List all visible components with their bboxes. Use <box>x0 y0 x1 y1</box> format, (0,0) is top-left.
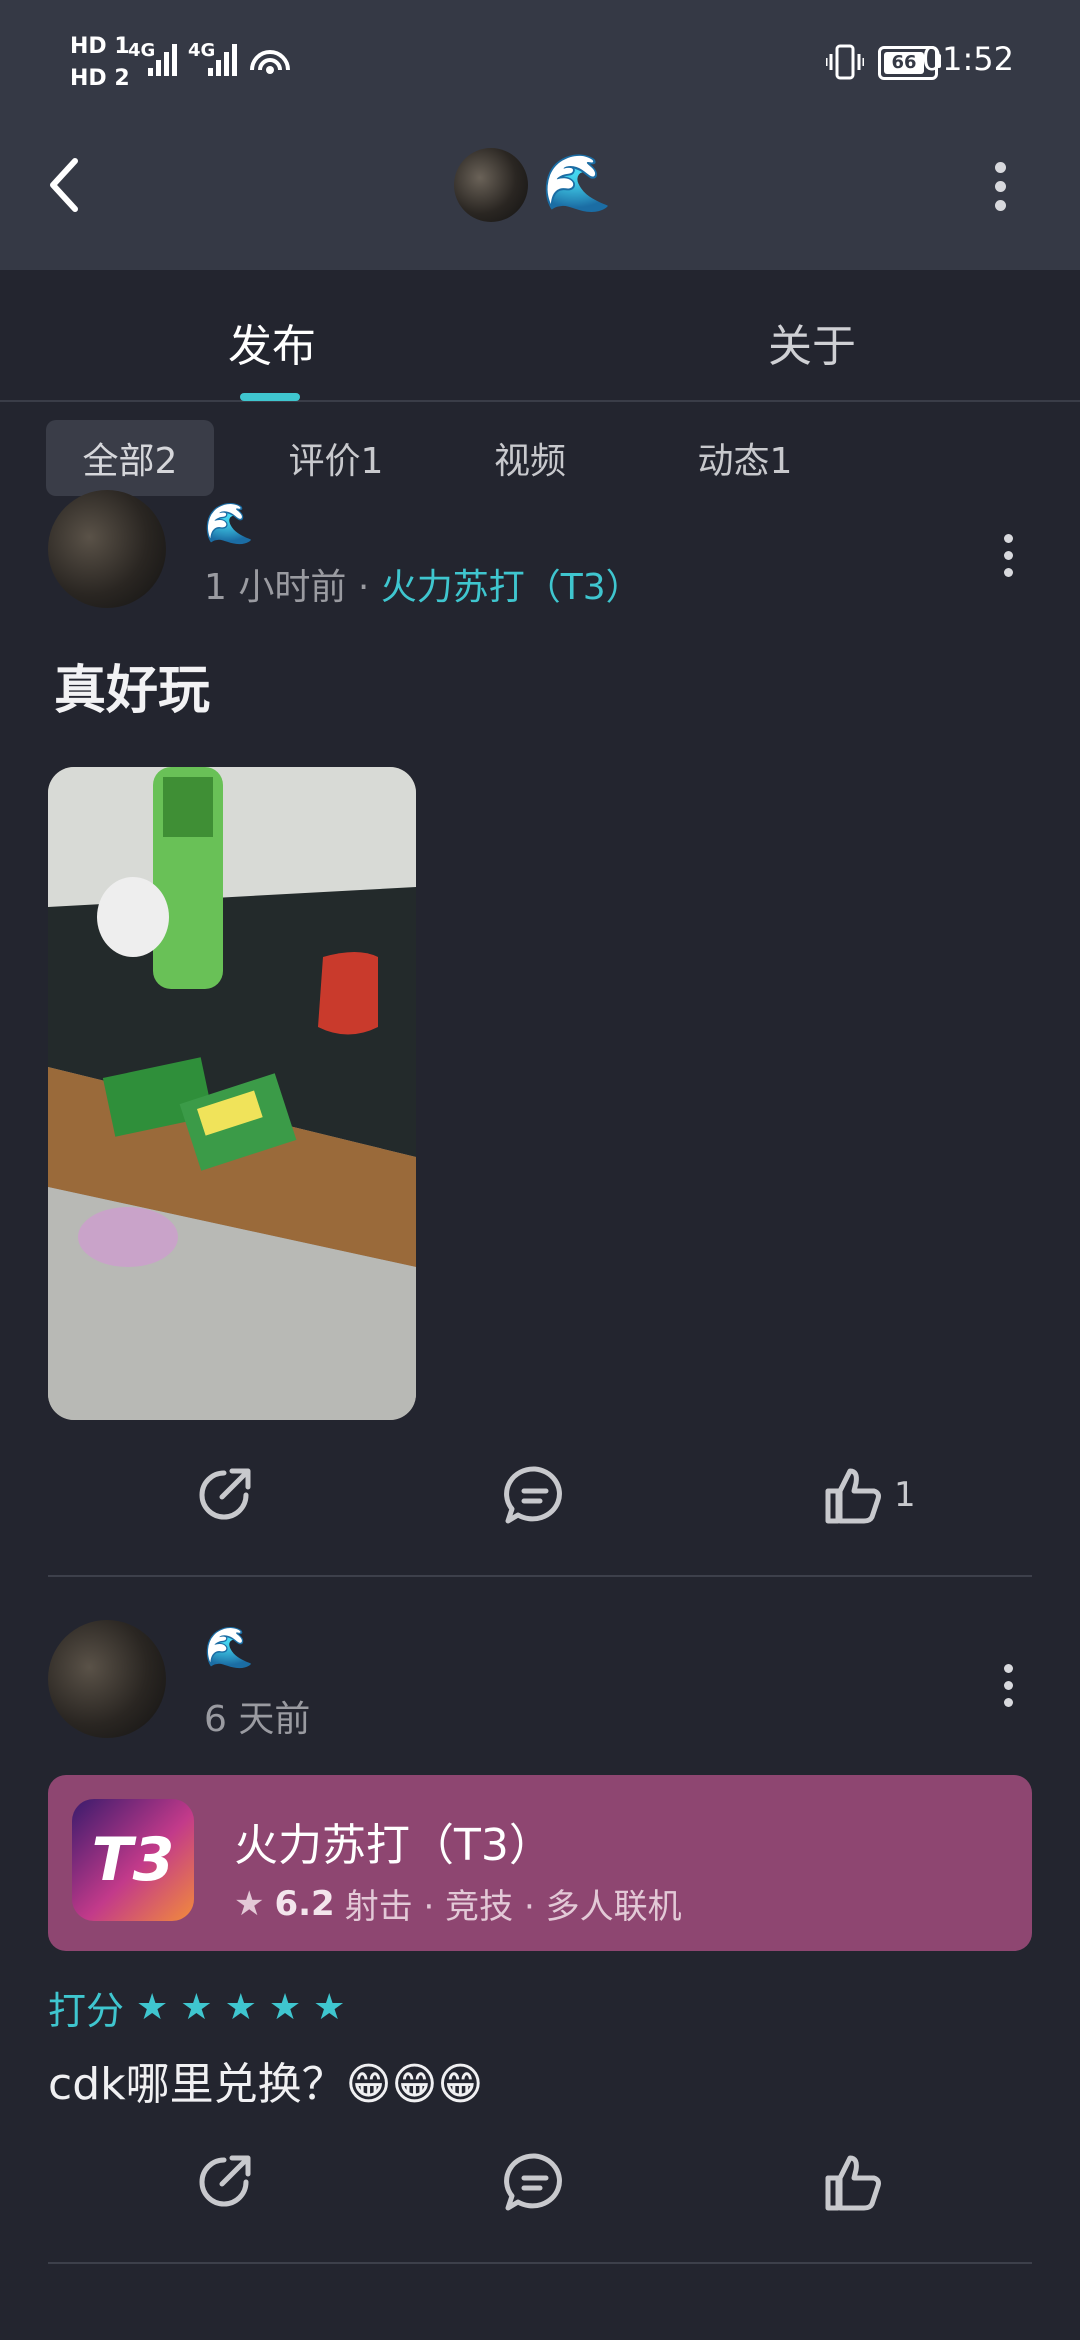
post2-text: cdk哪里兑换？😁😁😁 <box>48 2059 484 2110</box>
game-title: 火力苏打（T3） <box>234 1820 553 1871</box>
post1-comment-button[interactable] <box>504 1465 566 1525</box>
game-subtitle: ★ 6.2 射击 · 竞技 · 多人联机 <box>234 1879 682 1928</box>
rating-label: 打分 <box>48 1989 125 2033</box>
post1-photo-image <box>48 767 416 1420</box>
star-icon: ★ <box>224 1987 257 2028</box>
back-button[interactable] <box>30 150 100 220</box>
post1-username[interactable]: 🌊 <box>204 500 254 547</box>
hd2-indicator: HD 2 <box>70 66 130 91</box>
post1-photo[interactable] <box>48 767 416 1420</box>
clock: 01:52 <box>921 40 1014 78</box>
post1-share-button[interactable] <box>194 1465 254 1525</box>
tab-indicator <box>240 393 300 401</box>
hotspot-icon <box>250 50 290 74</box>
signal-icon-1 <box>148 44 177 76</box>
tab-bar: 发布 关于 <box>0 270 1080 402</box>
game-score: 6.2 <box>274 1883 335 1924</box>
post1-meta: 1 小时前 · 火力苏打（T3） <box>204 558 642 610</box>
post1-like-count: 1 <box>894 1475 916 1515</box>
game-card[interactable]: T3 火力苏打（T3） ★ 6.2 射击 · 竞技 · 多人联机 <box>48 1775 1032 1951</box>
post1-avatar[interactable] <box>48 490 166 608</box>
post-divider-1 <box>48 1575 1032 1577</box>
game-tags: 射击 · 竞技 · 多人联机 <box>344 1887 682 1927</box>
post1-time: 1 小时前 <box>204 567 347 608</box>
header-avatar[interactable] <box>454 148 528 222</box>
battery-level: 66 <box>884 52 924 74</box>
star-icon: ★ <box>234 1883 265 1924</box>
game-icon: T3 <box>72 1799 194 1921</box>
rating: 打分 ★ ★ ★ ★ ★ <box>48 1980 345 2035</box>
post2-avatar[interactable] <box>48 1620 166 1738</box>
filter-all[interactable]: 全部2 <box>46 420 214 496</box>
tab-publish[interactable]: 发布 <box>228 310 316 374</box>
post1-game-link[interactable]: 火力苏打（T3） <box>381 567 642 608</box>
thumbs-up-icon <box>825 1468 881 1524</box>
comment-icon <box>504 2153 562 2211</box>
post1-text: 真好玩 <box>54 661 211 721</box>
post1-separator: · <box>357 567 370 608</box>
filter-reviews[interactable]: 评价1 <box>266 420 406 496</box>
filter-videos[interactable]: 视频 <box>470 420 590 496</box>
post2-comment-button[interactable] <box>504 2152 566 2212</box>
post1-more-button[interactable] <box>998 534 1018 577</box>
thumbs-up-icon <box>825 2155 881 2211</box>
star-icon: ★ <box>180 1987 213 2028</box>
tab-about[interactable]: 关于 <box>768 310 856 374</box>
chevron-left-icon <box>50 158 78 212</box>
game-icon-text: T3 <box>91 1825 175 1895</box>
share-icon <box>199 2155 251 2207</box>
signal-icon-2 <box>208 44 237 76</box>
hd1-indicator: HD 1 <box>70 34 130 59</box>
post2-username[interactable]: 🌊 <box>204 1624 254 1671</box>
post2-time: 6 天前 <box>204 1699 311 1740</box>
post-divider-2 <box>48 2262 1032 2264</box>
star-icon: ★ <box>268 1987 302 2028</box>
post1-like-button[interactable]: 1 <box>824 1465 916 1525</box>
header-more-button[interactable] <box>990 162 1010 211</box>
status-bar: HD 1 HD 2 4G 4G 66 01:52 <box>0 0 1080 120</box>
vibrate-icon <box>826 44 864 80</box>
post2-share-button[interactable] <box>194 2152 254 2212</box>
star-icon: ★ <box>136 1987 169 2028</box>
comment-icon <box>504 1466 562 1524</box>
post2-like-button[interactable] <box>824 2152 884 2212</box>
header-username[interactable]: 🌊 <box>542 150 612 216</box>
filter-moments[interactable]: 动态1 <box>670 420 820 496</box>
star-icon: ★ <box>313 1987 346 2028</box>
share-icon <box>199 1468 251 1520</box>
post2-more-button[interactable] <box>998 1664 1018 1707</box>
